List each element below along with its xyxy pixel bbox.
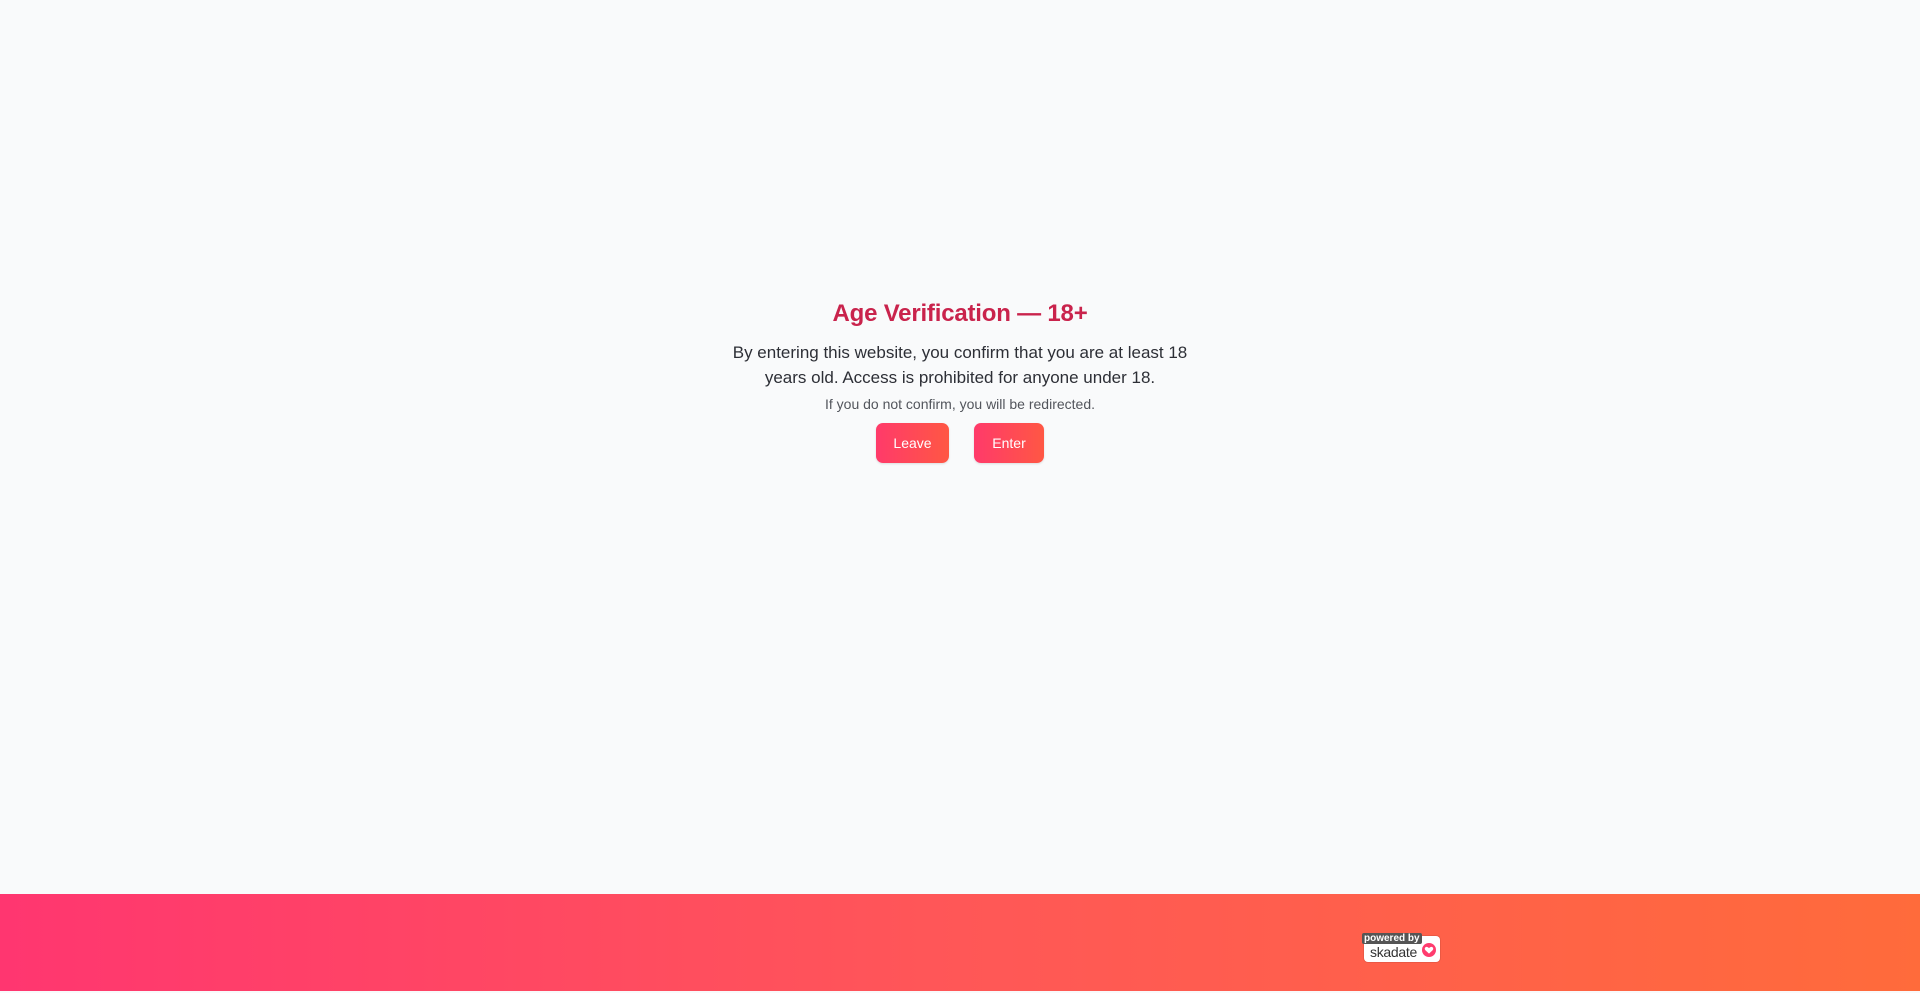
age-verification-dialog: Age Verification — 18+ By entering this … (660, 290, 1260, 463)
leave-button[interactable]: Leave (876, 423, 949, 463)
powered-by-label: powered by (1362, 933, 1422, 944)
powered-by-skadate-badge[interactable]: powered by skadate (1362, 933, 1440, 962)
age-verification-actions: Leave Enter (660, 423, 1260, 463)
heart-icon-shape (1424, 946, 1434, 954)
age-verification-message: By entering this website, you confirm th… (732, 343, 1188, 387)
main-content: Age Verification — 18+ By entering this … (0, 0, 1920, 894)
heart-icon (1422, 943, 1436, 957)
enter-button[interactable]: Enter (974, 423, 1044, 463)
page: Age Verification — 18+ By entering this … (0, 0, 1920, 993)
redirect-note: If you do not confirm, you will be redir… (824, 396, 1096, 412)
footer: powered by skadate (0, 894, 1920, 991)
age-verification-title: Age Verification — 18+ (832, 300, 1088, 327)
skadate-brand: skadate (1370, 944, 1417, 960)
